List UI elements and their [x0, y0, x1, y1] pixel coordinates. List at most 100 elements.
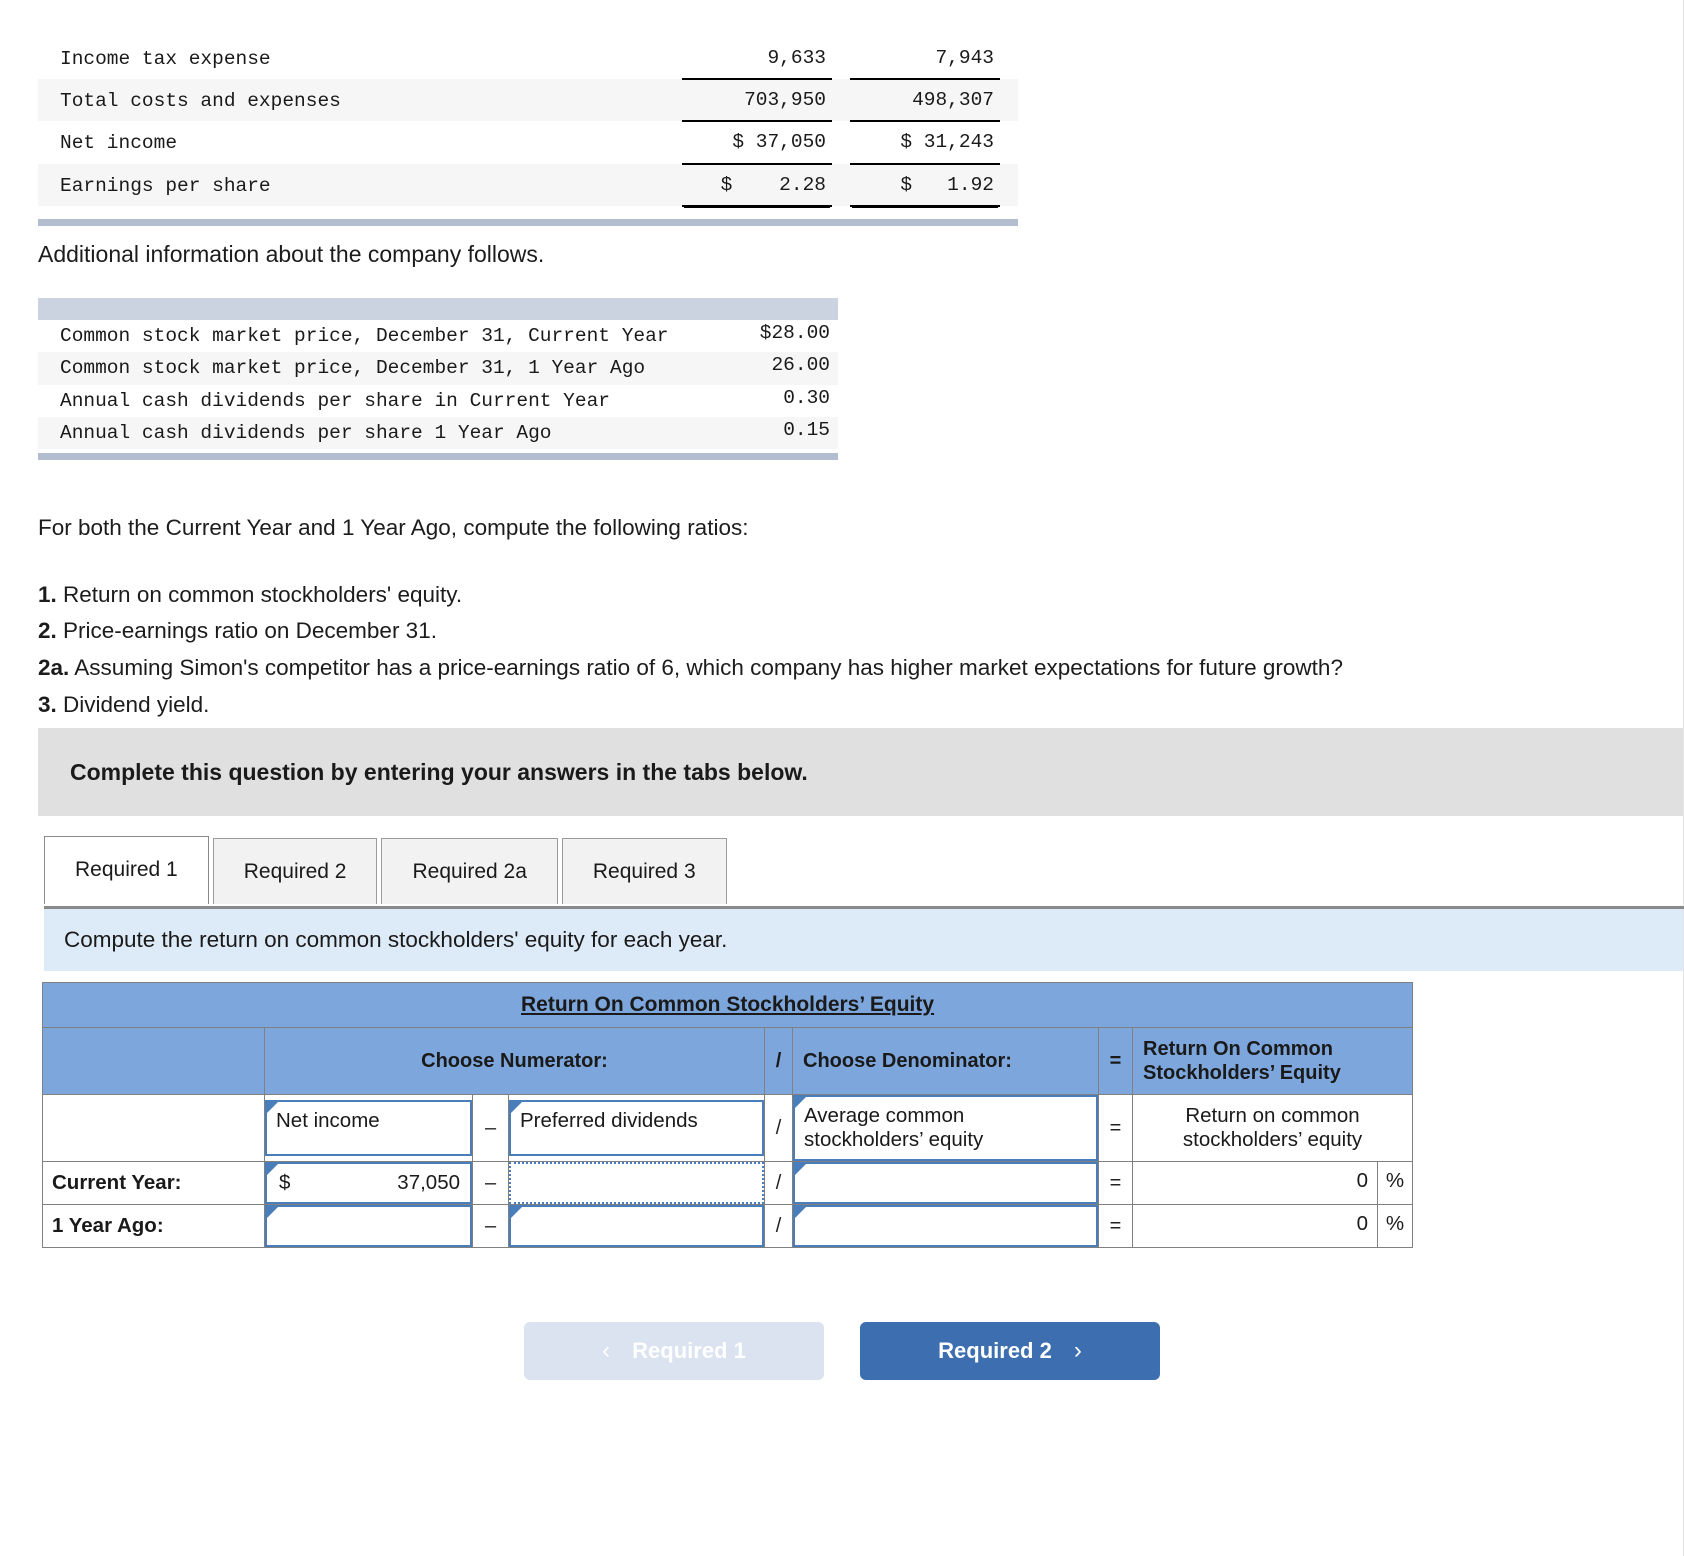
one-year-ago-subtrahend-cell[interactable]	[508, 1204, 765, 1249]
previous-required-label: Required 1	[632, 1338, 746, 1363]
table-row: 1 Year Ago: – / = 0 %	[42, 1204, 1414, 1249]
statement-label: Total costs and expenses	[60, 90, 341, 113]
row-label-current-year: Current Year:	[42, 1161, 265, 1206]
current-year-result-cell[interactable]: 0 %	[1131, 1161, 1414, 1206]
tab-required-3[interactable]: Required 3	[561, 838, 727, 904]
header-divide-operator: /	[764, 1027, 793, 1095]
header-equals-operator: =	[1098, 1027, 1133, 1095]
previous-required-button[interactable]: ‹ Required 1	[524, 1322, 824, 1380]
table-row: Current Year: $ 37,050 – / = 0 %	[42, 1161, 1414, 1206]
statement-current-value: $ 37,050	[682, 121, 832, 165]
additional-info-intro: Additional information about the company…	[38, 241, 545, 267]
info-value: 0.30	[783, 386, 830, 409]
instruction-number: 3.	[38, 691, 57, 717]
table-row: Earnings per share $ 2.28 $ 1.92	[38, 163, 1018, 207]
current-year-divide-operator: /	[764, 1161, 793, 1206]
header-result-label: Return On Common Stockholders’ Equity	[1131, 1027, 1414, 1095]
formula-divide-operator: /	[764, 1093, 793, 1163]
current-year-subtrahend-input[interactable]	[509, 1162, 764, 1205]
table-row: Total costs and expenses 703,950 498,307	[38, 79, 1018, 123]
current-year-minus-operator: –	[472, 1161, 509, 1206]
current-year-result-unit: %	[1385, 1169, 1405, 1193]
statement-prior-value: $ 1.92	[850, 163, 1000, 207]
table-row: Net income $ 37,050 $ 31,243	[38, 121, 1018, 165]
statement-prior-value: 7,943	[850, 38, 1000, 81]
subtrahend-select-example[interactable]: Preferred dividends	[509, 1100, 764, 1157]
one-year-ago-denominator-cell[interactable]	[792, 1204, 1099, 1249]
statement-label: Earnings per share	[60, 174, 271, 197]
info-label: Common stock market price, December 31, …	[60, 325, 669, 347]
instructions-block: For both the Current Year and 1 Year Ago…	[38, 512, 1658, 725]
currency-symbol: $	[279, 1171, 291, 1195]
tab-required-2[interactable]: Required 2	[212, 838, 378, 904]
spacer-cell	[832, 38, 850, 79]
instruction-item-2a: 2a. Assuming Simon's competitor has a pr…	[38, 652, 1658, 685]
answer-table-title: Return On Common Stockholders’ Equity	[41, 982, 1414, 1028]
question-page: Income tax expense 9,633 7,943 Total cos…	[0, 0, 1684, 1556]
info-label: Annual cash dividends per share in Curre…	[60, 389, 610, 412]
spacer-cell	[1000, 79, 1018, 121]
formula-numerator-cell[interactable]: Net income	[264, 1093, 473, 1163]
info-label: Annual cash dividends per share 1 Year A…	[60, 421, 552, 444]
table-row: Common stock market price, December 31, …	[38, 352, 838, 385]
next-required-button[interactable]: Required 2 ›	[860, 1322, 1160, 1380]
tabstrip-underline	[44, 906, 1684, 909]
current-year-denominator-input[interactable]	[793, 1162, 1098, 1205]
current-year-result-value[interactable]: 0	[1133, 1162, 1379, 1205]
current-year-numerator-cell[interactable]: $ 37,050	[264, 1161, 473, 1206]
additional-info-header-bar	[38, 298, 838, 320]
current-year-subtrahend-cell[interactable]	[508, 1161, 765, 1206]
header-choose-numerator: Choose Numerator:	[264, 1027, 765, 1095]
answer-table-title-text: Return On Common Stockholders’ Equity	[521, 993, 935, 1016]
numerator-select-example[interactable]: Net income	[265, 1100, 472, 1157]
chevron-left-icon: ‹	[602, 1337, 611, 1364]
one-year-ago-numerator-cell[interactable]	[264, 1204, 473, 1249]
spacer-cell	[832, 164, 850, 206]
additional-info-bottom-rule	[38, 453, 838, 461]
spacer-cell	[1000, 121, 1018, 163]
formula-result-cell: Return on common stockholders’ equity	[1131, 1093, 1414, 1163]
spacer-cell	[1000, 38, 1018, 79]
instruction-number: 2a.	[38, 654, 70, 680]
tab-required-2a[interactable]: Required 2a	[381, 838, 558, 904]
return-on-equity-table: Return On Common Stockholders’ Equity Ch…	[41, 982, 1414, 1249]
one-year-ago-numerator-input[interactable]	[265, 1205, 472, 1248]
formula-result-text: Return on common stockholders’ equity	[1182, 1104, 1363, 1152]
one-year-ago-result-cell[interactable]: 0 %	[1131, 1204, 1414, 1249]
tab-navigation-bar: ‹ Required 1 Required 2 ›	[0, 1322, 1684, 1380]
one-year-ago-subtrahend-input[interactable]	[509, 1205, 764, 1248]
one-year-ago-denominator-input[interactable]	[793, 1205, 1098, 1248]
additional-info-box: Common stock market price, December 31, …	[38, 298, 838, 461]
statement-prior-value: 498,307	[850, 79, 1000, 123]
instructions-lead: For both the Current Year and 1 Year Ago…	[38, 515, 749, 540]
tabstrip: Required 1 Required 2 Required 2a Requir…	[44, 836, 1684, 904]
table-row: Annual cash dividends per share in Curre…	[38, 385, 838, 417]
spacer-cell	[832, 79, 850, 121]
current-year-equals-operator: =	[1098, 1161, 1133, 1206]
one-year-ago-divide-operator: /	[764, 1204, 793, 1249]
formula-subtrahend-cell[interactable]: Preferred dividends	[508, 1093, 765, 1163]
info-label: Common stock market price, December 31, …	[60, 357, 646, 380]
spacer-cell	[832, 121, 850, 163]
current-year-result[interactable]: 0 %	[1133, 1162, 1412, 1205]
one-year-ago-result-unit: %	[1385, 1212, 1405, 1236]
formula-denominator-cell[interactable]: Average common stockholders’ equity	[792, 1093, 1099, 1163]
formula-row: Net income – Preferred dividends / Avera…	[42, 1093, 1414, 1163]
info-value: 26.00	[771, 354, 830, 377]
current-year-numerator-value: 37,050	[397, 1171, 460, 1195]
one-year-ago-equals-operator: =	[1098, 1204, 1133, 1249]
table-title-row: Return On Common Stockholders’ Equity	[41, 982, 1414, 1028]
one-year-ago-result[interactable]: 0 %	[1133, 1205, 1412, 1248]
table-row: Common stock market price, December 31, …	[38, 320, 838, 352]
spacer-cell	[1000, 164, 1018, 206]
current-year-denominator-cell[interactable]	[792, 1161, 1099, 1206]
task-prompt-bar: Compute the return on common stockholder…	[44, 909, 1684, 971]
additional-info-table: Common stock market price, December 31, …	[38, 320, 838, 450]
income-statement-table: Income tax expense 9,633 7,943 Total cos…	[38, 38, 1018, 207]
denominator-select-example[interactable]: Average common stockholders’ equity	[793, 1095, 1098, 1162]
tab-required-1[interactable]: Required 1	[44, 836, 209, 904]
header-corner-cell	[42, 1027, 265, 1095]
one-year-ago-result-value[interactable]: 0	[1133, 1205, 1379, 1248]
current-year-numerator-input[interactable]: $ 37,050	[265, 1162, 472, 1205]
header-choose-denominator: Choose Denominator:	[792, 1027, 1099, 1095]
